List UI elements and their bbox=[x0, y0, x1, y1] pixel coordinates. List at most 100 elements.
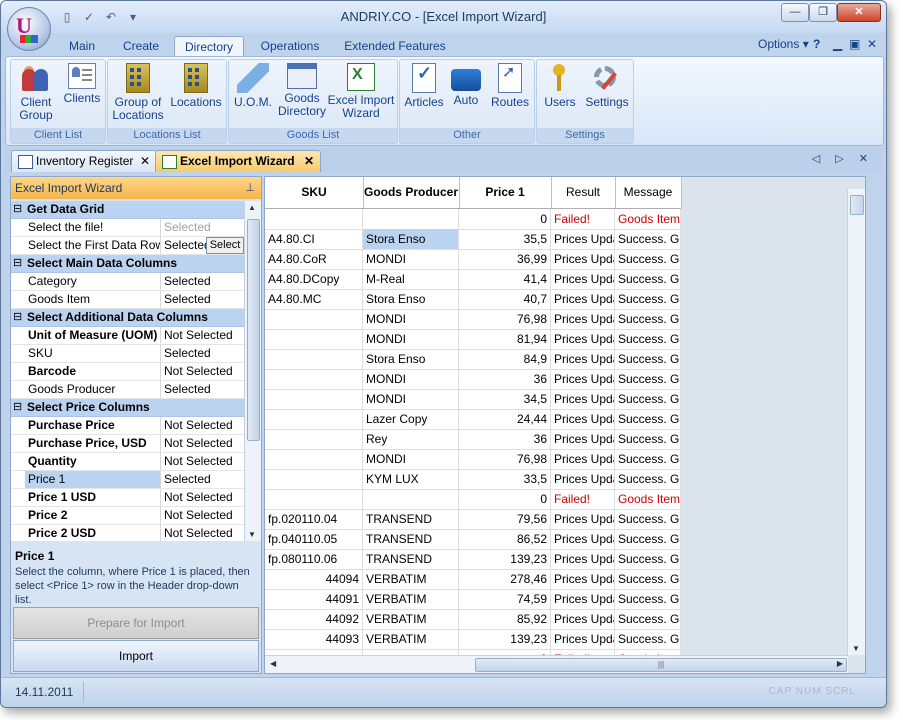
table-cell[interactable]: MONDI bbox=[363, 249, 459, 269]
table-cell[interactable]: Prices Upda bbox=[551, 589, 615, 609]
table-cell[interactable] bbox=[265, 329, 363, 349]
table-cell[interactable]: Prices Upda bbox=[551, 289, 615, 309]
table-row[interactable]: fp.040110.05 TRANSEND 86,52 Prices Upda Succ… bbox=[265, 529, 681, 550]
table-cell[interactable]: 36 bbox=[459, 429, 551, 449]
table-cell[interactable]: Goods Item bbox=[615, 209, 681, 229]
property-row[interactable]: Price 1 Selected bbox=[11, 471, 244, 489]
table-row[interactable]: fp.020110.04 TRANSEND 79,56 Prices Upda Succ… bbox=[265, 509, 681, 530]
table-cell[interactable]: 76,98 bbox=[459, 449, 551, 469]
table-cell[interactable]: 35,5 bbox=[459, 229, 551, 249]
table-cell[interactable]: Prices Upda bbox=[551, 309, 615, 329]
table-row[interactable]: 0Failed!Goods Item bbox=[265, 489, 681, 510]
property-row[interactable]: Price 2 USD Not Selected bbox=[11, 525, 244, 541]
table-cell[interactable]: Success. Go bbox=[615, 589, 681, 609]
table-cell[interactable]: 34,5 bbox=[459, 389, 551, 409]
doc-close-icon[interactable]: ✕ bbox=[867, 37, 877, 51]
table-cell[interactable]: 79,56 bbox=[459, 509, 551, 529]
table-row[interactable]: MONDI 34,5 Prices Upda Success. Go bbox=[265, 389, 681, 410]
property-row[interactable]: Goods Producer Selected bbox=[11, 381, 244, 399]
table-cell[interactable] bbox=[265, 349, 363, 369]
tab-main[interactable]: Main bbox=[59, 36, 105, 56]
column-header[interactable]: Goods Producer bbox=[363, 177, 460, 208]
restore-button[interactable]: ❐ bbox=[809, 3, 837, 22]
table-row[interactable]: MONDI 36 Prices Upda Success. Go bbox=[265, 369, 681, 390]
table-cell[interactable]: Success. Go bbox=[615, 289, 681, 309]
property-value[interactable]: Not Selected bbox=[161, 363, 244, 380]
doc-restore-icon[interactable]: ▣ bbox=[849, 37, 860, 51]
table-cell[interactable]: Success. Go bbox=[615, 329, 681, 349]
table-cell[interactable]: 40,7 bbox=[459, 289, 551, 309]
property-value[interactable]: Selected bbox=[161, 273, 244, 290]
table-cell[interactable] bbox=[265, 209, 363, 229]
table-cell[interactable]: Prices Upda bbox=[551, 469, 615, 489]
table-cell[interactable]: 24,44 bbox=[459, 409, 551, 429]
prepare-for-import-button[interactable]: Prepare for Import bbox=[13, 607, 259, 639]
tab-create[interactable]: Create bbox=[113, 36, 169, 56]
tab-operations[interactable]: Operations bbox=[253, 36, 327, 56]
table-cell[interactable]: TRANSEND bbox=[363, 509, 459, 529]
property-row[interactable]: Price 1 USD Not Selected bbox=[11, 489, 244, 507]
table-cell[interactable]: 44091 bbox=[265, 589, 363, 609]
table-cell[interactable]: Success. Go bbox=[615, 469, 681, 489]
property-value[interactable]: Not Selected bbox=[161, 417, 244, 434]
table-cell[interactable]: Success. Go bbox=[615, 389, 681, 409]
tab-extended-features[interactable]: Extended Features bbox=[337, 36, 453, 56]
table-cell[interactable]: Success. Go bbox=[615, 269, 681, 289]
routes-button[interactable]: Routes bbox=[488, 63, 532, 109]
table-cell[interactable]: Prices Upda bbox=[551, 429, 615, 449]
table-cell[interactable]: MONDI bbox=[363, 309, 459, 329]
table-cell[interactable]: Prices Upda bbox=[551, 369, 615, 389]
property-value[interactable]: Not Selected bbox=[161, 453, 244, 470]
table-cell[interactable]: Success. Go bbox=[615, 529, 681, 549]
table-cell[interactable]: Goods Item bbox=[615, 489, 681, 509]
tab-directory[interactable]: Directory bbox=[174, 36, 244, 58]
table-row[interactable]: 0Failed!Goods Item bbox=[265, 209, 681, 230]
table-row[interactable]: A4.80.MC Stora Enso 40,7 Prices Upda Success… bbox=[265, 289, 681, 310]
property-grid-scrollbar[interactable]: ▲ ▼ bbox=[244, 201, 261, 541]
table-cell[interactable]: A4.80.DCopy bbox=[265, 269, 363, 289]
property-value[interactable]: Not Selected bbox=[161, 525, 244, 541]
table-cell[interactable]: 81,94 bbox=[459, 329, 551, 349]
table-cell[interactable] bbox=[265, 409, 363, 429]
table-cell[interactable]: MONDI bbox=[363, 389, 459, 409]
table-cell[interactable] bbox=[265, 469, 363, 489]
property-row[interactable]: Price 2 Not Selected bbox=[11, 507, 244, 525]
table-row[interactable]: fp.080110.06 TRANSEND 139,23 Prices Upda Suc… bbox=[265, 549, 681, 570]
table-cell[interactable]: VERBATIM bbox=[363, 609, 459, 629]
goods-directory-button[interactable]: Goods Directory bbox=[277, 63, 327, 118]
scroll-up-arrow-icon[interactable]: ▲ bbox=[248, 203, 256, 212]
table-cell[interactable]: Prices Upda bbox=[551, 389, 615, 409]
client-group-button[interactable]: Client Group bbox=[15, 63, 57, 122]
property-row[interactable]: Unit of Measure (UOM) Not Selected bbox=[11, 327, 244, 345]
property-value[interactable]: Not Selected bbox=[161, 435, 244, 452]
import-button[interactable]: Import bbox=[13, 640, 259, 672]
table-row[interactable]: MONDI 81,94 Prices Upda Success. Go bbox=[265, 329, 681, 350]
table-cell[interactable]: Success. Go bbox=[615, 369, 681, 389]
scroll-thumb[interactable] bbox=[247, 219, 260, 441]
table-row[interactable]: Rey 36 Prices Upda Success. Go bbox=[265, 429, 681, 450]
property-value[interactable]: Not Selected bbox=[161, 327, 244, 344]
auto-button[interactable]: Auto bbox=[446, 63, 486, 107]
table-cell[interactable]: Success. Go bbox=[615, 629, 681, 649]
table-row[interactable]: 44092 VERBATIM 85,92 Prices Upda Success. Go bbox=[265, 609, 681, 630]
options-menu[interactable]: Options ▾ bbox=[758, 37, 809, 51]
property-value[interactable]: Selected bbox=[161, 471, 244, 488]
table-cell[interactable]: Success. Go bbox=[615, 429, 681, 449]
doc-tab-excel-import-wizard[interactable]: Excel Import Wizard ✕ bbox=[155, 150, 321, 172]
table-cell[interactable]: MONDI bbox=[363, 449, 459, 469]
excel-import-wizard-button[interactable]: Excel Import Wizard bbox=[327, 63, 395, 120]
table-row[interactable]: 44091 VERBATIM 74,59 Prices Upda Success. Go bbox=[265, 589, 681, 610]
close-tab-icon[interactable]: ✕ bbox=[140, 151, 150, 172]
table-cell[interactable]: A4.80.CI bbox=[265, 229, 363, 249]
table-cell[interactable]: 36 bbox=[459, 369, 551, 389]
table-row[interactable]: 44094 VERBATIM 278,46 Prices Upda Success. G… bbox=[265, 569, 681, 590]
minimize-button[interactable]: — bbox=[781, 3, 809, 22]
settings-button[interactable]: Settings bbox=[583, 63, 631, 109]
property-value[interactable]: Selected bbox=[161, 381, 244, 398]
table-cell[interactable]: Prices Upda bbox=[551, 629, 615, 649]
table-cell[interactable]: Success. Go bbox=[615, 349, 681, 369]
table-cell[interactable]: Lazer Copy bbox=[363, 409, 459, 429]
users-button[interactable]: Users bbox=[539, 63, 581, 109]
table-row[interactable]: A4.80.DCopy M-Real 41,4 Prices Upda Success.… bbox=[265, 269, 681, 290]
grid-vertical-scrollbar[interactable]: ▼ bbox=[847, 189, 865, 655]
